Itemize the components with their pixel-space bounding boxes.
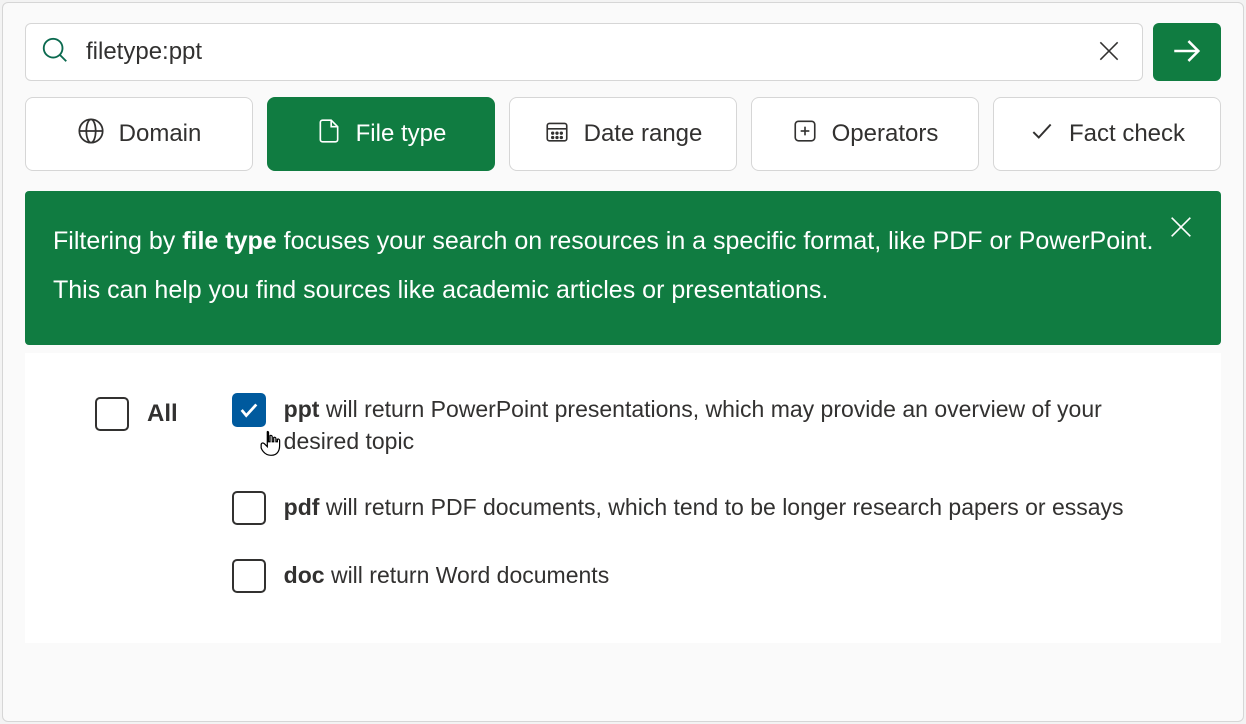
filter-daterange[interactable]: Date range [509,97,737,171]
banner-text: Filtering by file type focuses your sear… [53,227,1153,304]
checkbox-pdf[interactable] [232,491,266,525]
arrow-right-icon [1170,34,1204,71]
calendar-icon [544,118,570,151]
filter-label: Operators [832,120,939,148]
option-text: ppt will return PowerPoint presentations… [284,393,1161,457]
filter-label: Domain [119,120,202,148]
checkbox-all[interactable] [95,397,129,431]
plus-box-icon [792,118,818,151]
info-banner: Filtering by file type focuses your sear… [25,191,1221,345]
filter-factcheck[interactable]: Fact check [993,97,1221,171]
search-bar [25,23,1221,81]
filter-label: File type [356,120,447,148]
check-icon [1029,118,1055,151]
close-icon [1167,229,1195,244]
globe-icon [77,117,105,152]
submit-search-button[interactable] [1153,23,1221,81]
option-pdf: pdf will return PDF documents, which ten… [232,491,1161,525]
search-input-wrap [25,23,1143,81]
filter-row: Domain File type Date range [25,97,1221,171]
option-doc: doc will return Word documents [232,559,1161,593]
checkbox-doc[interactable] [232,559,266,593]
filter-label: Fact check [1069,120,1185,148]
clear-search-button[interactable] [1090,32,1128,73]
close-banner-button[interactable] [1163,209,1199,248]
filetype-options: All ppt will return PowerPoint presentat… [25,353,1221,643]
filter-operators[interactable]: Operators [751,97,979,171]
all-label: All [147,400,178,428]
checkbox-ppt[interactable] [232,393,266,427]
search-icon [40,35,70,70]
filter-domain[interactable]: Domain [25,97,253,171]
option-text: pdf will return PDF documents, which ten… [284,491,1124,523]
option-ppt: ppt will return PowerPoint presentations… [232,393,1161,457]
file-icon [316,118,342,151]
option-text: doc will return Word documents [284,559,610,591]
close-icon [1096,38,1122,67]
all-option: All [95,393,178,431]
filter-label: Date range [584,120,703,148]
search-panel: Domain File type Date range [2,2,1244,722]
options-column: ppt will return PowerPoint presentations… [232,393,1161,593]
search-input[interactable] [86,38,1074,66]
filter-filetype[interactable]: File type [267,97,495,171]
